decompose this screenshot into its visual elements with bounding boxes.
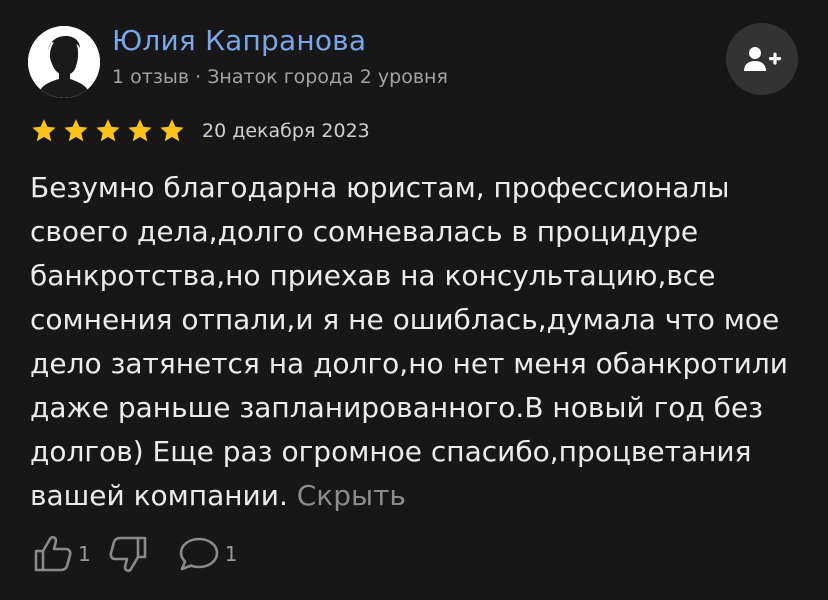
user-silhouette-icon [28,26,100,98]
comment-count: 1 [224,542,238,566]
dislike-button[interactable] [107,534,149,574]
reaction-bar: 1 1 [32,532,237,576]
add-user-icon [744,47,781,71]
thumbs-up-icon [32,534,74,574]
review-date: 20 декабря 2023 [202,120,370,142]
star-icon [160,119,184,142]
review-text: Безумно благодарна юристам, профессионал… [30,166,800,518]
review-card: Юлия Капранова 1 отзыв · Знаток города 2… [0,0,828,600]
star-icon [128,119,152,142]
subscribe-button[interactable] [726,23,798,95]
comments-button[interactable]: 1 [177,534,238,574]
like-button[interactable]: 1 [32,534,91,574]
hide-link[interactable]: Скрыть [297,479,406,512]
star-rating [30,117,186,145]
review-body: Безумно благодарна юристам, профессионал… [30,171,788,512]
star-icon [64,119,88,142]
comment-bubble-icon [177,534,221,574]
author-name[interactable]: Юлия Капранова [112,24,366,57]
rating-row: 20 декабря 2023 [30,116,370,146]
author-meta: 1 отзыв · Знаток города 2 уровня [112,66,448,88]
like-count: 1 [78,542,91,566]
star-icon [96,119,120,142]
avatar[interactable] [28,26,100,98]
thumbs-down-icon [107,534,149,574]
star-icon [32,119,56,142]
